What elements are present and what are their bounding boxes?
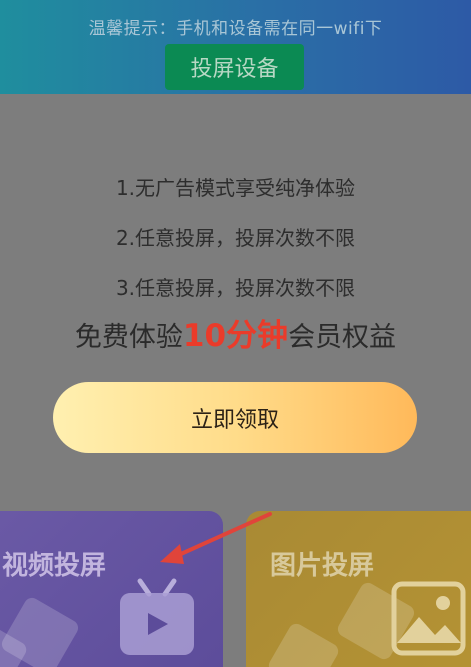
top-header: 温馨提示：手机和设备需在同一wifi下 投屏设备	[0, 0, 471, 94]
video-cast-title: 视频投屏	[2, 551, 107, 581]
hex-decoration	[265, 620, 342, 667]
cast-device-button[interactable]: 投屏设备	[165, 44, 304, 90]
benefit-item-1: 1.无广告模式享受纯净体验	[115, 176, 356, 200]
image-cast-title: 图片投屏	[270, 551, 375, 581]
promo-suffix: 会员权益	[288, 322, 397, 353]
benefit-item-2: 2.任意投屏，投屏次数不限	[115, 226, 356, 250]
tv-play-icon	[120, 578, 194, 655]
promo-prefix: 免费体验	[74, 322, 183, 353]
wifi-tip-text: 温馨提示：手机和设备需在同一wifi下	[88, 19, 383, 39]
benefit-item-3: 3.任意投屏，投屏次数不限	[115, 276, 356, 300]
promo-text: 免费体验10分钟会员权益	[0, 310, 471, 355]
promo-highlight: 10分钟	[182, 318, 289, 354]
claim-now-button[interactable]: 立即领取	[53, 382, 417, 453]
annotation-arrow	[160, 512, 272, 564]
image-icon	[391, 581, 466, 656]
